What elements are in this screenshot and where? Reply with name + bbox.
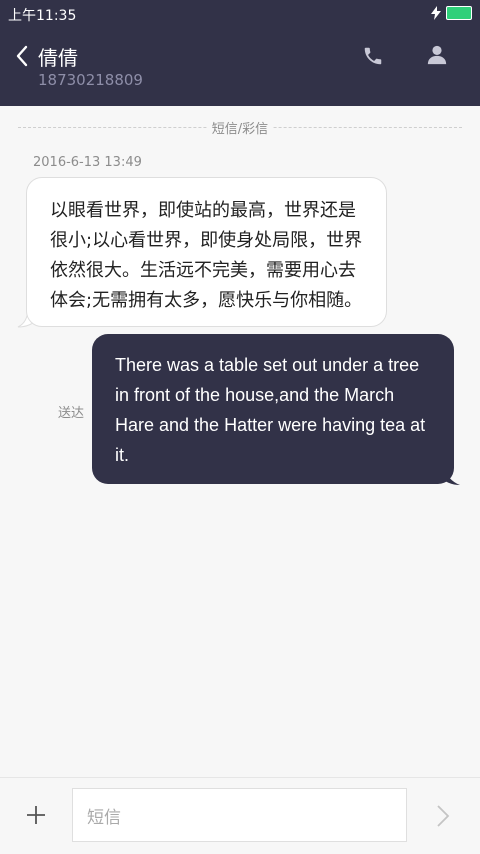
delivered-status: 送达 — [58, 406, 85, 421]
top-bar: 上午11:35 倩倩 18730218809 — [0, 0, 480, 106]
battery-icon — [446, 6, 472, 20]
status-time: 上午11:35 — [8, 8, 77, 24]
charging-icon — [431, 6, 441, 20]
back-icon[interactable] — [14, 44, 30, 68]
contact-name: 倩倩 — [38, 46, 78, 70]
message-type-label: 短信/彩信 — [207, 122, 273, 137]
status-indicators — [430, 5, 472, 21]
call-icon[interactable] — [362, 45, 384, 67]
contact-number: 18730218809 — [38, 71, 143, 89]
message-type-divider: 短信/彩信 — [18, 118, 462, 137]
send-icon[interactable] — [436, 804, 450, 828]
message-timestamp: 2016-6-13 13:49 — [33, 155, 142, 170]
received-message-text: 以眼看世界，即使站的最高，世界还是很小;以心看世界，即使身处局限，世界依然很大。… — [50, 200, 363, 311]
sent-message-text: There was a table set out under a tree i… — [115, 355, 426, 465]
message-input[interactable]: 短信 — [72, 788, 407, 842]
profile-icon[interactable] — [426, 44, 448, 66]
plus-icon[interactable] — [26, 805, 46, 825]
